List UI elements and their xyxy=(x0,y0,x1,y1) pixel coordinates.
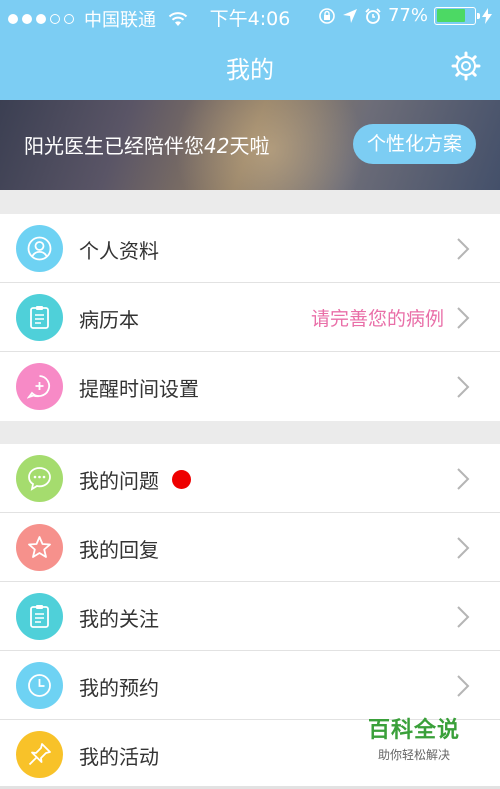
menu-item-label: 我的关注 xyxy=(79,607,159,631)
chat-icon xyxy=(16,455,63,502)
pin-icon xyxy=(16,731,63,778)
menu-item-label: 我的问题 xyxy=(79,469,159,493)
menu-item-my-appointments[interactable]: 我的预约 xyxy=(0,651,500,720)
chevron-right-icon xyxy=(457,537,470,559)
menu-item-label: 我的回复 xyxy=(79,538,159,562)
watermark-logo: 百科全说 助你轻松解决 xyxy=(350,712,478,774)
menu-item-my-questions[interactable]: 我的问题 xyxy=(0,444,500,513)
clock-icon xyxy=(16,662,63,709)
clipboard-icon xyxy=(16,593,63,640)
menu-item-my-follows[interactable]: 我的关注 xyxy=(0,582,500,651)
chevron-right-icon xyxy=(457,238,470,260)
menu-item-label: 病历本 xyxy=(79,308,139,332)
menu-item-label: 我的预约 xyxy=(79,676,159,700)
chevron-right-icon xyxy=(457,606,470,628)
status-bar: 中国联通 下午4:06 77% xyxy=(0,0,500,32)
menu-item-profile[interactable]: 个人资料 xyxy=(0,214,500,283)
personalized-plan-button[interactable]: 个性化方案 xyxy=(352,124,476,164)
battery-percent: 77% xyxy=(387,5,428,26)
watermark-title: 百科全说 xyxy=(367,718,460,743)
menu-item-label: 个人资料 xyxy=(79,239,159,263)
nav-header: 中国联通 下午4:06 77% 我的 xyxy=(0,0,500,100)
companion-days-text: 阳光医生已经陪伴您42天啦 xyxy=(24,134,270,158)
alarm-icon xyxy=(365,7,381,24)
chevron-right-icon xyxy=(457,376,470,398)
settings-gear-icon[interactable] xyxy=(450,50,482,82)
chevron-right-icon xyxy=(457,468,470,490)
clipboard-icon xyxy=(16,294,63,341)
companion-banner: 阳光医生已经陪伴您42天啦 个性化方案 xyxy=(0,100,500,190)
companion-days-count: 42 xyxy=(204,134,230,158)
charging-icon xyxy=(482,7,492,24)
rotation-lock-icon xyxy=(319,7,335,24)
battery-icon xyxy=(434,6,480,25)
menu-item-my-replies[interactable]: 我的回复 xyxy=(0,513,500,582)
menu-group-profile: 个人资料 病历本 请完善您的病例 提醒时间设置 xyxy=(0,214,500,421)
menu-item-reminder-settings[interactable]: 提醒时间设置 xyxy=(0,352,500,421)
star-icon xyxy=(16,524,63,571)
menu-item-label: 我的活动 xyxy=(79,745,159,769)
menu-item-medical-record[interactable]: 病历本 请完善您的病例 xyxy=(0,283,500,352)
menu-item-label: 提醒时间设置 xyxy=(79,377,199,401)
unread-badge xyxy=(172,470,191,489)
reminder-icon xyxy=(16,363,63,410)
profile-icon xyxy=(16,225,63,272)
location-icon xyxy=(342,8,357,23)
chevron-right-icon xyxy=(457,675,470,697)
complete-record-hint: 请完善您的病例 xyxy=(310,308,444,330)
watermark-subtitle: 助你轻松解决 xyxy=(377,748,450,762)
chevron-right-icon xyxy=(457,307,470,329)
page-title: 我的 xyxy=(226,56,274,84)
